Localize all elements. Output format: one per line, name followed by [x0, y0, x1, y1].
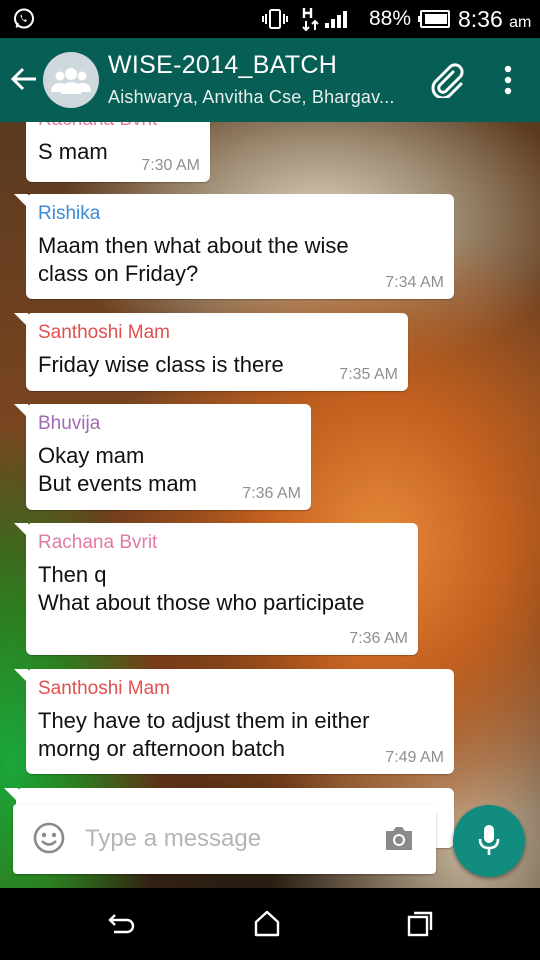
message-sender: Santhoshi Mam — [38, 322, 171, 343]
group-avatar[interactable] — [43, 52, 99, 108]
battery-percent: 88% — [369, 7, 412, 30]
message-sender: Bhuvija — [38, 413, 101, 434]
emoji-icon[interactable] — [33, 822, 65, 854]
paperclip-icon[interactable] — [429, 62, 465, 98]
message-bubble[interactable]: Santhoshi Mam They have to adjust them i… — [14, 669, 454, 774]
message-bubble[interactable]: Rachana Bvrit S mam 7:30 AM — [26, 122, 210, 182]
message-time: 7:34 AM — [385, 274, 444, 291]
message-text: What about those who participate — [38, 590, 365, 615]
message-time: 7:30 AM — [141, 157, 200, 174]
message-text: class on Friday? — [38, 261, 199, 286]
camera-icon[interactable] — [383, 824, 415, 852]
message-bubble[interactable]: Rachana Bvrit Then q What about those wh… — [14, 523, 418, 655]
group-avatar-icon — [51, 68, 91, 94]
message-sender: Santhoshi Mam — [38, 678, 171, 699]
message-sender: Rachana Bvrit — [38, 122, 198, 130]
back-arrow-icon[interactable] — [10, 65, 38, 93]
message-text: Maam then what about the wise — [38, 233, 349, 258]
message-sender: Rishika — [38, 203, 101, 224]
clock-time: 8:36 — [458, 6, 503, 32]
mic-icon — [478, 825, 500, 855]
signal-icon — [325, 11, 347, 28]
clock-suffix: am — [509, 14, 532, 31]
message-bubble[interactable]: Rishika Maam then what about the wise cl… — [14, 194, 454, 299]
message-time: 7:36 AM — [242, 485, 301, 502]
network-type-icon — [302, 8, 319, 32]
message-text: morng or afternoon batch — [38, 736, 286, 761]
group-title[interactable]: WISE-2014_BATCH — [108, 51, 337, 80]
system-nav-bar — [0, 888, 540, 960]
status-bar: 88% 8:36 am — [0, 0, 540, 38]
chat-header: WISE-2014_BATCH Aishwarya, Anvitha Cse, … — [0, 38, 540, 122]
battery-icon — [418, 10, 450, 28]
message-text: They have to adjust them in either — [38, 708, 370, 733]
message-time: 7:49 AM — [385, 749, 444, 766]
message-composer — [13, 804, 446, 874]
message-input[interactable] — [85, 821, 365, 857]
message-sender: Rachana Bvrit — [38, 532, 158, 553]
message-text: Okay mam — [38, 443, 145, 468]
message-time: 7:35 AM — [339, 366, 398, 383]
nav-recent-icon[interactable] — [406, 911, 434, 937]
group-members[interactable]: Aishwarya, Anvitha Cse, Bhargav... — [108, 87, 395, 108]
mic-button[interactable] — [453, 805, 525, 877]
whatsapp-icon — [14, 8, 34, 29]
message-text: Then q — [38, 562, 107, 587]
chat-area[interactable]: Rachana Bvrit S mam 7:30 AM Rishika Maam… — [0, 122, 540, 888]
message-time: 7:36 AM — [349, 630, 408, 647]
message-bubble[interactable]: Santhoshi Mam Friday wise class is there… — [14, 313, 408, 391]
more-vert-icon[interactable] — [498, 64, 518, 96]
clock: 8:36 am — [458, 6, 531, 33]
nav-home-icon[interactable] — [253, 909, 281, 937]
vibrate-icon — [262, 9, 288, 29]
nav-back-icon[interactable] — [107, 911, 135, 937]
message-bubble[interactable]: Bhuvija Okay mam But events mam 7:36 AM — [14, 404, 311, 510]
